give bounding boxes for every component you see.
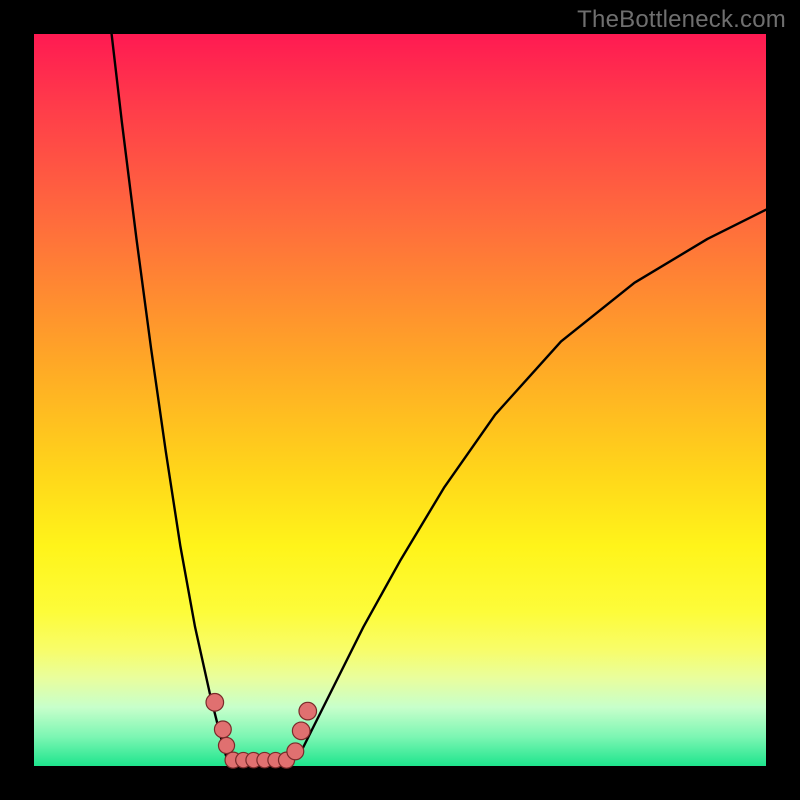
data-marker <box>287 743 304 760</box>
data-marker <box>206 694 224 712</box>
data-marker <box>299 702 317 720</box>
data-marker <box>214 721 231 738</box>
watermark-text: TheBottleneck.com <box>577 6 786 34</box>
data-marker <box>292 722 310 740</box>
plot-area <box>34 34 766 766</box>
data-marker <box>218 737 234 753</box>
chart-frame: TheBottleneck.com <box>0 0 800 800</box>
bottleneck-curve <box>112 34 766 760</box>
curve-layer <box>112 34 766 760</box>
curves-svg <box>34 34 766 766</box>
marker-layer <box>206 694 317 769</box>
